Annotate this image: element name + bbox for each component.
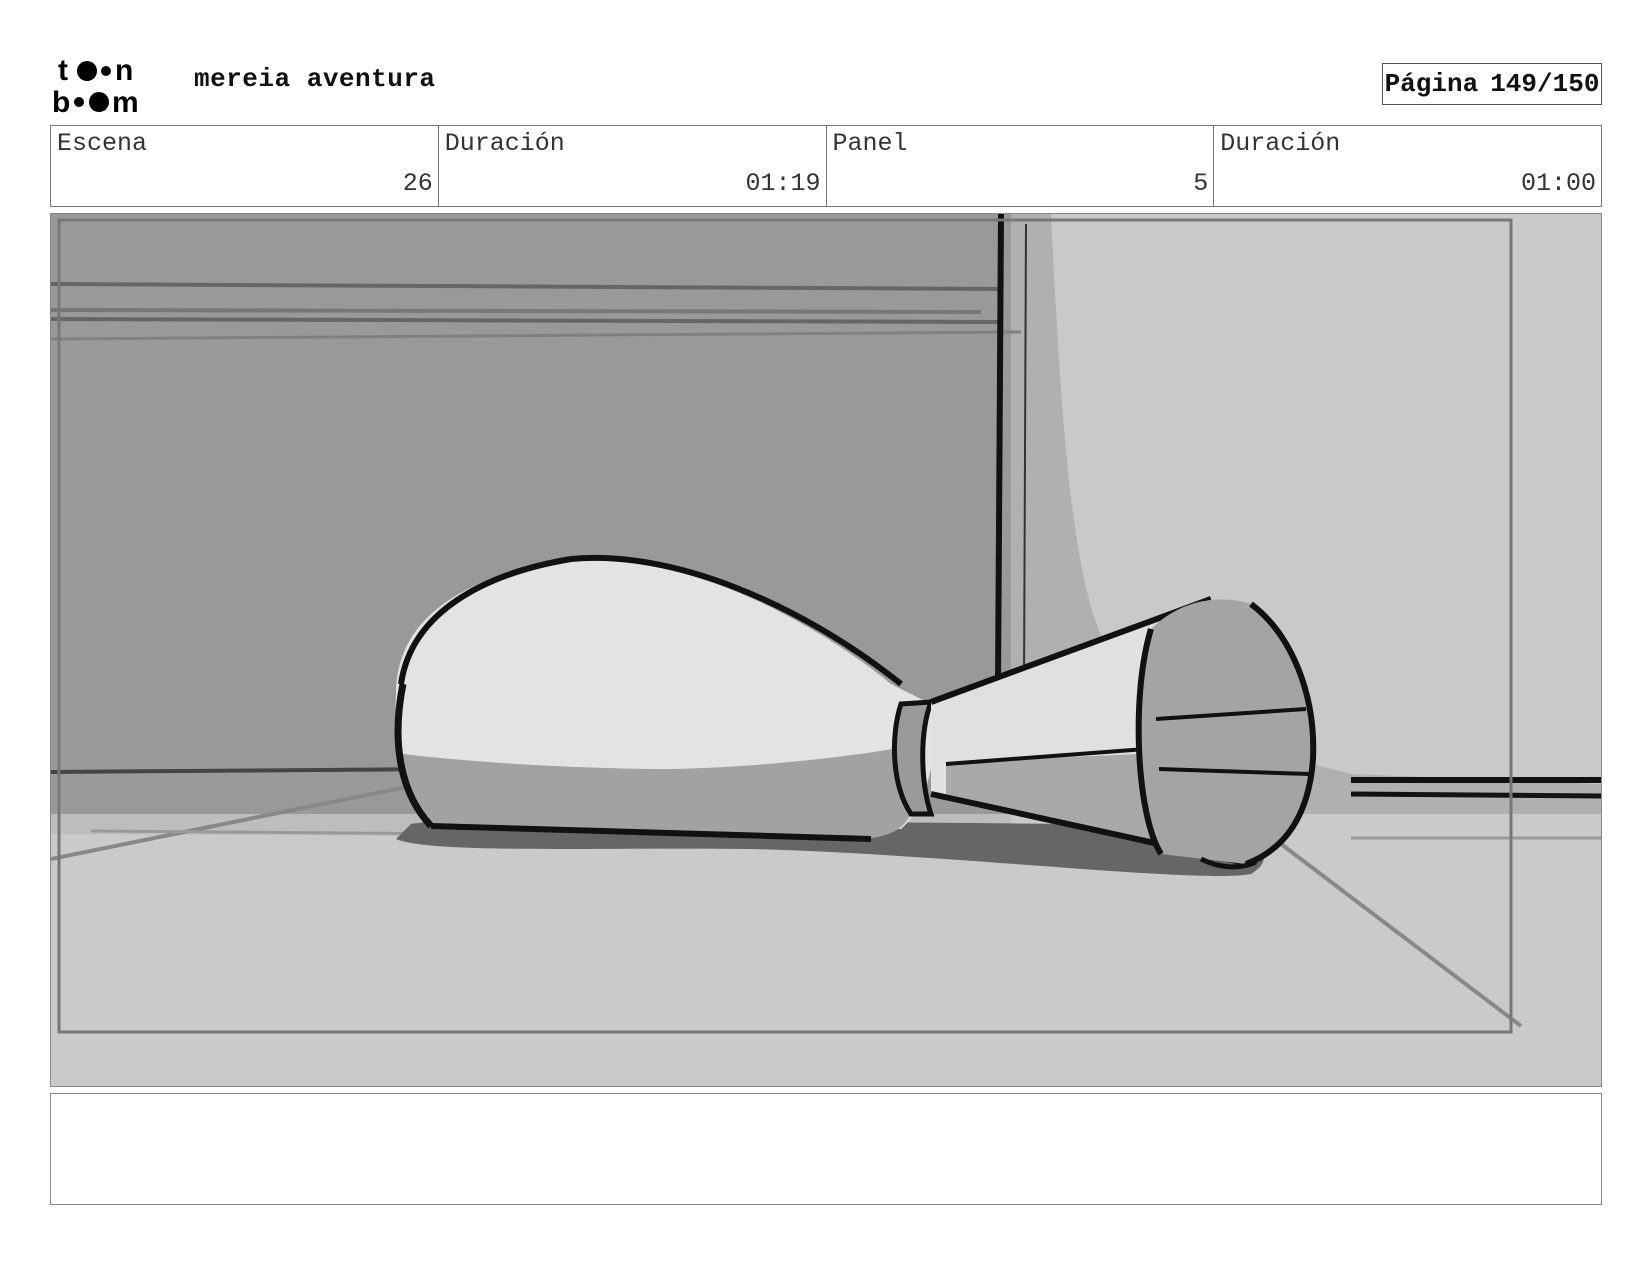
panel-duration-label: Duración: [1220, 129, 1341, 158]
panel-cell: Panel 5: [827, 126, 1215, 206]
scene-info-bar: Escena 26 Duración 01:19 Panel 5 Duració…: [50, 125, 1602, 207]
toonboom-logo-image: t n b m: [52, 54, 139, 114]
svg-text:m: m: [112, 86, 139, 114]
panel-notes-box: [50, 1093, 1602, 1205]
scene-value: 26: [402, 169, 433, 198]
storyboard-panel: [50, 213, 1602, 1087]
panel-duration-value: 01:00: [1520, 169, 1596, 198]
storyboard-drawing: [51, 214, 1601, 1086]
page-label: Página: [1384, 69, 1479, 99]
page-indicator: Página 149/150: [1382, 63, 1602, 105]
panel-duration-cell: Duración 01:00: [1214, 126, 1601, 206]
svg-text:b: b: [52, 86, 70, 114]
toonboom-logo: t n b m: [52, 52, 164, 114]
scene-duration-cell: Duración 01:19: [439, 126, 827, 206]
scene-label: Escena: [57, 129, 148, 158]
panel-value: 5: [1193, 169, 1209, 198]
svg-text:n: n: [115, 54, 133, 87]
svg-text:t: t: [58, 54, 68, 87]
scene-cell: Escena 26: [51, 126, 439, 206]
panel-label: Panel: [832, 129, 908, 158]
scene-duration-label: Duración: [444, 129, 565, 158]
page-number: 149/150: [1490, 69, 1600, 99]
project-title: mereia aventura: [194, 64, 436, 94]
scene-duration-value: 01:19: [745, 169, 821, 198]
